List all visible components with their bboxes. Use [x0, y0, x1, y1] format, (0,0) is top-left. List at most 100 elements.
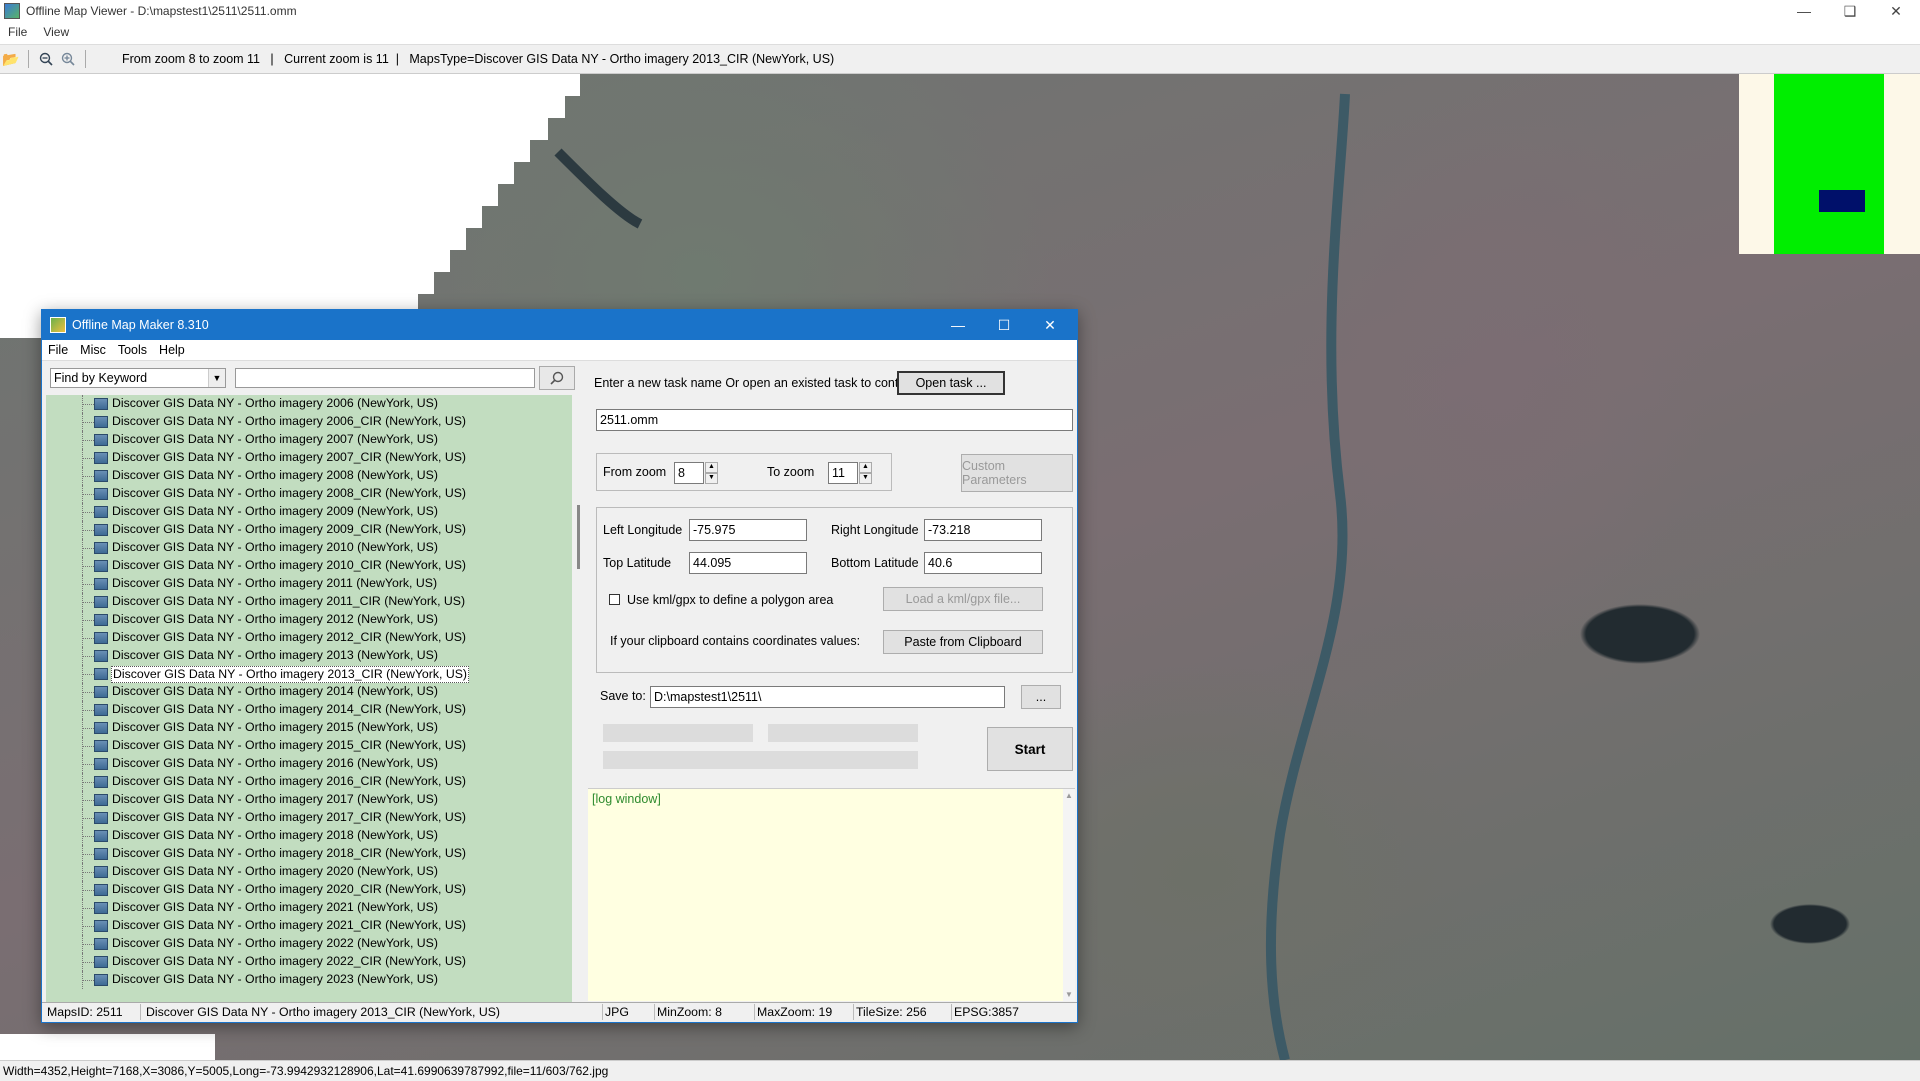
- task-name-input[interactable]: 2511.omm: [596, 409, 1073, 431]
- tree-scrollbar[interactable]: [574, 395, 584, 1002]
- browse-button[interactable]: ...: [1021, 685, 1061, 709]
- tree-item[interactable]: Discover GIS Data NY - Ortho imagery 200…: [46, 467, 572, 485]
- tree-item[interactable]: Discover GIS Data NY - Ortho imagery 201…: [46, 611, 572, 629]
- dialog-minimize-icon[interactable]: —: [935, 310, 981, 340]
- menu-file[interactable]: File: [0, 25, 35, 39]
- tree-item[interactable]: Discover GIS Data NY - Ortho imagery 201…: [46, 755, 572, 773]
- tree-item[interactable]: Discover GIS Data NY - Ortho imagery 200…: [46, 395, 572, 413]
- tree-item[interactable]: Discover GIS Data NY - Ortho imagery 201…: [46, 647, 572, 665]
- open-task-button[interactable]: Open task ...: [897, 371, 1005, 395]
- to-zoom-input[interactable]: 11: [828, 462, 858, 484]
- search-button[interactable]: [539, 366, 575, 390]
- tree-item[interactable]: Discover GIS Data NY - Ortho imagery 200…: [46, 503, 572, 521]
- zoom-in-icon[interactable]: [57, 48, 79, 70]
- tree-item-label: Discover GIS Data NY - Ortho imagery 200…: [112, 468, 438, 482]
- tree-item[interactable]: Discover GIS Data NY - Ortho imagery 202…: [46, 863, 572, 881]
- tree-item[interactable]: Discover GIS Data NY - Ortho imagery 201…: [46, 701, 572, 719]
- tree-connector-branch: [82, 566, 94, 567]
- tree-item[interactable]: Discover GIS Data NY - Ortho imagery 201…: [46, 575, 572, 593]
- kml-checkbox[interactable]: [609, 594, 620, 605]
- dialog-maximize-icon[interactable]: ☐: [981, 310, 1027, 340]
- left-longitude-input[interactable]: -75.975: [689, 519, 807, 541]
- search-mode-select[interactable]: Find by Keyword ▼: [50, 368, 226, 388]
- tree-item[interactable]: Discover GIS Data NY - Ortho imagery 201…: [46, 809, 572, 827]
- save-path-input[interactable]: D:\mapstest1\2511\: [650, 686, 1005, 708]
- start-button[interactable]: Start: [987, 727, 1073, 771]
- dialog-menu-file[interactable]: File: [42, 343, 74, 357]
- tree-item[interactable]: Discover GIS Data NY - Ortho imagery 202…: [46, 899, 572, 917]
- custom-parameters-button[interactable]: Custom Parameters: [961, 454, 1073, 492]
- tree-item[interactable]: Discover GIS Data NY - Ortho imagery 201…: [46, 845, 572, 863]
- dialog-titlebar[interactable]: Offline Map Maker 8.310 — ☐ ✕: [42, 310, 1077, 340]
- tree-item[interactable]: Discover GIS Data NY - Ortho imagery 200…: [46, 521, 572, 539]
- to-zoom-down-icon[interactable]: ▼: [859, 473, 872, 484]
- tree-scrollbar-thumb[interactable]: [577, 505, 580, 569]
- close-icon[interactable]: ✕: [1873, 0, 1919, 22]
- from-zoom-up-icon[interactable]: ▲: [705, 462, 718, 473]
- map-layer-icon: [94, 902, 108, 914]
- paste-from-clipboard-button[interactable]: Paste from Clipboard: [883, 630, 1043, 654]
- map-type-tree[interactable]: Discover GIS Data NY - Ortho imagery 200…: [46, 395, 572, 1002]
- load-kml-button[interactable]: Load a kml/gpx file...: [883, 587, 1043, 611]
- from-zoom-input[interactable]: 8: [674, 462, 704, 484]
- open-folder-icon[interactable]: 📂: [0, 48, 22, 70]
- scroll-up-icon[interactable]: ▲: [1065, 791, 1073, 800]
- menu-view[interactable]: View: [35, 25, 77, 39]
- keyword-search-input[interactable]: [235, 368, 535, 388]
- tree-item[interactable]: Discover GIS Data NY - Ortho imagery 202…: [46, 971, 572, 989]
- log-scrollbar[interactable]: ▲ ▼: [1063, 789, 1075, 1001]
- tree-item[interactable]: Discover GIS Data NY - Ortho imagery 201…: [46, 557, 572, 575]
- tree-item[interactable]: Discover GIS Data NY - Ortho imagery 201…: [46, 791, 572, 809]
- from-zoom-down-icon[interactable]: ▼: [705, 473, 718, 484]
- dialog-close-icon[interactable]: ✕: [1027, 310, 1073, 340]
- to-zoom-up-icon[interactable]: ▲: [859, 462, 872, 473]
- tree-item[interactable]: Discover GIS Data NY - Ortho imagery 201…: [46, 629, 572, 647]
- tree-item[interactable]: Discover GIS Data NY - Ortho imagery 202…: [46, 935, 572, 953]
- log-window[interactable]: [log window] ▲ ▼: [588, 788, 1075, 1001]
- zoom-out-icon[interactable]: [35, 48, 57, 70]
- overview-viewport[interactable]: [1819, 190, 1865, 212]
- max-zoom: MaxZoom: 19: [757, 1005, 833, 1019]
- tree-item[interactable]: Discover GIS Data NY - Ortho imagery 201…: [46, 593, 572, 611]
- top-latitude-label: Top Latitude: [603, 556, 672, 570]
- overview-minimap[interactable]: [1739, 74, 1920, 254]
- tree-item[interactable]: Discover GIS Data NY - Ortho imagery 200…: [46, 413, 572, 431]
- to-zoom-label: To zoom: [767, 465, 815, 479]
- bottom-latitude-input[interactable]: 40.6: [924, 552, 1042, 574]
- map-layer-icon: [94, 848, 108, 860]
- minimize-icon[interactable]: —: [1781, 0, 1827, 22]
- tree-item[interactable]: Discover GIS Data NY - Ortho imagery 201…: [46, 827, 572, 845]
- tree-item[interactable]: Discover GIS Data NY - Ortho imagery 201…: [46, 539, 572, 557]
- tree-item[interactable]: Discover GIS Data NY - Ortho imagery 201…: [46, 719, 572, 737]
- chevron-down-icon[interactable]: ▼: [208, 369, 225, 387]
- top-latitude-input[interactable]: 44.095: [689, 552, 807, 574]
- tree-item[interactable]: Discover GIS Data NY - Ortho imagery 202…: [46, 917, 572, 935]
- dialog-menu-help[interactable]: Help: [153, 343, 191, 357]
- map-layer-icon: [94, 614, 108, 626]
- tree-item[interactable]: Discover GIS Data NY - Ortho imagery 201…: [46, 773, 572, 791]
- tree-item[interactable]: Discover GIS Data NY - Ortho imagery 200…: [46, 431, 572, 449]
- tree-item[interactable]: Discover GIS Data NY - Ortho imagery 200…: [46, 449, 572, 467]
- dialog-menu-tools[interactable]: Tools: [112, 343, 153, 357]
- tree-item-label: Discover GIS Data NY - Ortho imagery 201…: [112, 756, 438, 770]
- tree-item-label: Discover GIS Data NY - Ortho imagery 201…: [112, 810, 466, 824]
- tree-item[interactable]: Discover GIS Data NY - Ortho imagery 201…: [46, 665, 572, 683]
- tree-connector-branch: [82, 908, 94, 909]
- map-layer-icon: [94, 920, 108, 932]
- tree-item[interactable]: Discover GIS Data NY - Ortho imagery 202…: [46, 953, 572, 971]
- tree-item-label: Discover GIS Data NY - Ortho imagery 201…: [112, 648, 438, 662]
- dialog-statusbar: MapsID: 2511 Discover GIS Data NY - Orth…: [42, 1002, 1077, 1022]
- dialog-menu-misc[interactable]: Misc: [74, 343, 112, 357]
- tree-item[interactable]: Discover GIS Data NY - Ortho imagery 202…: [46, 881, 572, 899]
- map-layer-icon: [94, 542, 108, 554]
- right-longitude-input[interactable]: -73.218: [924, 519, 1042, 541]
- tree-item[interactable]: Discover GIS Data NY - Ortho imagery 200…: [46, 485, 572, 503]
- tree-item[interactable]: Discover GIS Data NY - Ortho imagery 201…: [46, 683, 572, 701]
- epsg-code: EPSG:3857: [954, 1005, 1019, 1019]
- scroll-down-icon[interactable]: ▼: [1065, 990, 1073, 999]
- task-settings-panel: Enter a new task name Or open an existed…: [588, 362, 1075, 785]
- maximize-icon[interactable]: ❑: [1827, 0, 1873, 22]
- tree-connector-branch: [82, 836, 94, 837]
- tree-item-label: Discover GIS Data NY - Ortho imagery 200…: [112, 522, 466, 536]
- tree-item[interactable]: Discover GIS Data NY - Ortho imagery 201…: [46, 737, 572, 755]
